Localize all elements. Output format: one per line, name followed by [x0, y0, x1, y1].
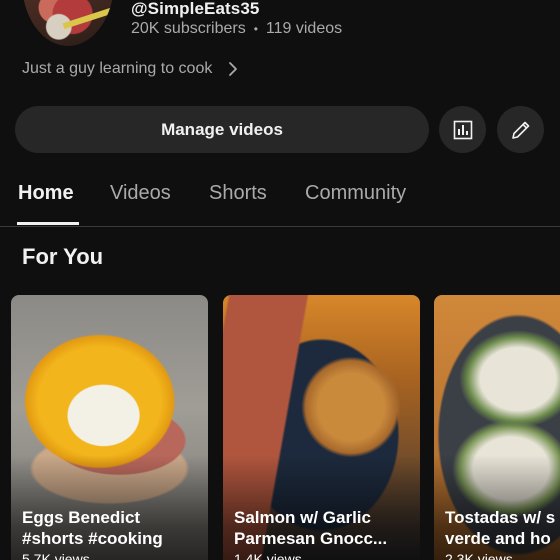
channel-avatar[interactable]	[22, 0, 114, 46]
bar-chart-icon	[453, 120, 472, 139]
manage-videos-button[interactable]: Manage videos	[15, 106, 429, 153]
tab-home[interactable]: Home	[18, 182, 74, 205]
tab-shorts[interactable]: Shorts	[209, 182, 267, 205]
short-card[interactable]: Tostadas w/ s verde and ho 2.3K views	[434, 295, 560, 560]
short-card[interactable]: Eggs Benedict #shorts #cooking 5.7K view…	[11, 295, 208, 560]
tab-videos[interactable]: Videos	[110, 182, 171, 205]
stats-separator: •	[253, 22, 258, 36]
subscriber-count: 20K subscribers	[131, 20, 246, 37]
short-views: 2.3K views	[445, 551, 513, 560]
chevron-right-icon	[229, 62, 238, 76]
short-title: Eggs Benedict #shorts #cooking	[22, 508, 163, 548]
short-views: 5.7K views	[22, 551, 90, 560]
channel-tabs: Home Videos Shorts Community	[0, 172, 560, 226]
tab-community[interactable]: Community	[305, 182, 406, 205]
channel-description[interactable]: Just a guy learning to cook	[22, 60, 240, 78]
short-title: Salmon w/ Garlic Parmesan Gnocc...	[234, 508, 388, 548]
channel-tagline: Just a guy learning to cook	[22, 60, 213, 77]
channel-handle: @SimpleEats35	[131, 0, 260, 18]
pencil-icon	[511, 121, 529, 139]
short-views: 1.4K views	[234, 551, 302, 560]
channel-stats: 20K subscribers • 119 videos	[131, 20, 342, 38]
analytics-button[interactable]	[439, 106, 486, 153]
tabs-divider	[0, 226, 560, 227]
channel-page: @SimpleEats35 20K subscribers • 119 vide…	[0, 0, 560, 560]
short-title: Tostadas w/ s verde and ho	[445, 508, 556, 548]
video-count: 119 videos	[265, 20, 343, 37]
section-title: For You	[22, 244, 104, 269]
active-tab-indicator	[17, 222, 79, 225]
short-card[interactable]: Salmon w/ Garlic Parmesan Gnocc... 1.4K …	[223, 295, 420, 560]
edit-channel-button[interactable]	[497, 106, 544, 153]
